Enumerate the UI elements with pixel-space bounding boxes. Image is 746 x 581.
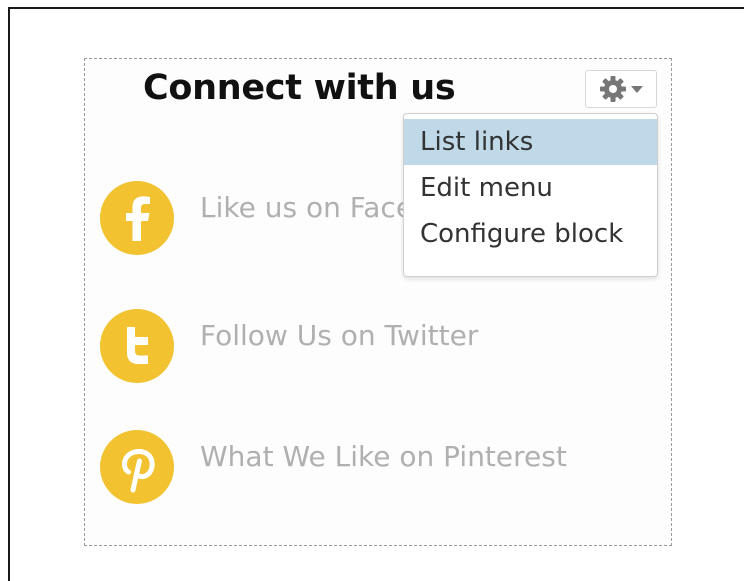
twitter-icon[interactable] — [100, 309, 174, 383]
facebook-icon[interactable] — [100, 181, 174, 255]
menu-item-list-links[interactable]: List links — [404, 119, 657, 165]
menu-item-configure-block[interactable]: Configure block — [404, 211, 657, 257]
pinterest-icon[interactable] — [100, 430, 174, 504]
block-actions-button[interactable] — [585, 70, 657, 108]
gear-icon — [598, 74, 628, 104]
chevron-down-icon — [630, 84, 644, 94]
social-link-label[interactable]: Like us on Facebook — [200, 191, 405, 224]
block-actions-menu: List links Edit menu Configure block — [403, 113, 658, 277]
social-link-twitter[interactable]: Follow Us on Twitter — [100, 309, 478, 385]
social-link-pinterest[interactable]: What We Like on Pinterest — [100, 430, 567, 506]
social-link-label[interactable]: Follow Us on Twitter — [200, 319, 478, 352]
menu-item-edit-menu[interactable]: Edit menu — [404, 165, 657, 211]
social-link-facebook[interactable]: Like us on Facebook — [100, 181, 405, 257]
social-link-label[interactable]: What We Like on Pinterest — [200, 440, 567, 473]
block-title: Connect with us — [143, 68, 456, 108]
